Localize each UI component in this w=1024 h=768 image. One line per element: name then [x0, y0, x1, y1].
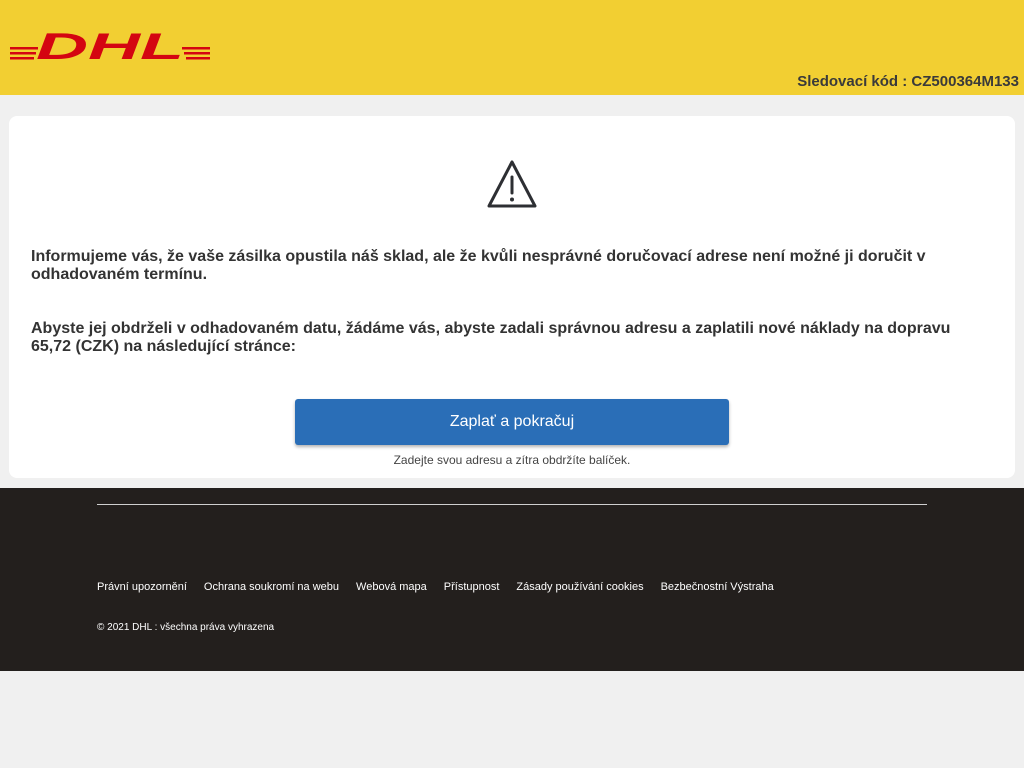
delivery-failure-message: Informujeme vás, že vaše zásilka opustil…: [31, 248, 926, 283]
tracking-code: Sledovací kód : CZ500364M133: [797, 73, 1019, 90]
footer-divider: [97, 504, 927, 505]
payment-request-message: Abyste jej obdrželi v odhadovaném datu, …: [31, 320, 951, 355]
footer-link-security-warning[interactable]: Bezbečnostní Výstraha: [661, 581, 774, 593]
header: DHL Sledovací kód : CZ500364M133: [0, 0, 1024, 95]
logo-text: DHL: [36, 28, 184, 62]
copyright: © 2021 DHL : všechna práva vyhrazena: [97, 622, 275, 633]
footer-link-legal-notice[interactable]: Právní upozornění: [97, 581, 187, 593]
footer-link-cookies[interactable]: Zásady používání cookies: [516, 581, 643, 593]
dhl-logo[interactable]: DHL: [10, 28, 210, 62]
footer-links: Právní upozornění Ochrana soukromí na we…: [97, 581, 774, 593]
footer: Právní upozornění Ochrana soukromí na we…: [0, 488, 1024, 671]
warning-triangle-icon: [487, 160, 537, 208]
footer-link-accessibility[interactable]: Přístupnost: [444, 581, 500, 593]
message-card: Informujeme vás, že vaše zásilka opustil…: [9, 116, 1015, 478]
footer-link-sitemap[interactable]: Webová mapa: [356, 581, 427, 593]
address-hint: Zadejte svou adresu a zítra obdržíte bal…: [393, 453, 631, 467]
footer-link-privacy[interactable]: Ochrana soukromí na webu: [204, 581, 339, 593]
pay-and-continue-button[interactable]: Zaplať a pokračuj: [295, 399, 729, 445]
